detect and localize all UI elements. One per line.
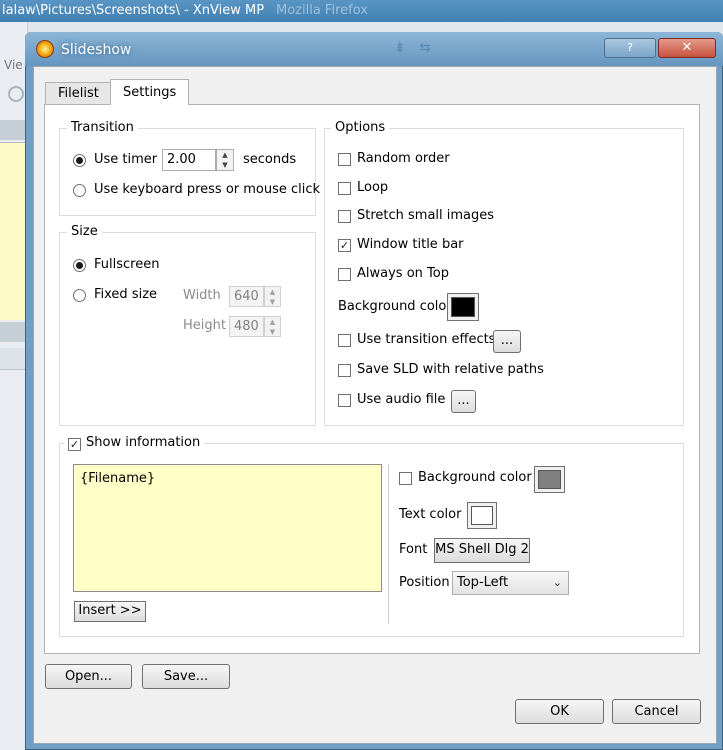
open-button[interactable]: Open... [45, 664, 132, 689]
info-background-color-button[interactable] [534, 466, 565, 493]
always-on-top-label: Always on Top [357, 266, 449, 281]
font-button[interactable]: MS Shell Dlg 2 [434, 538, 530, 563]
fixed-size-label: Fixed size [94, 287, 158, 302]
show-information-label: Show information [86, 435, 201, 450]
timer-input[interactable]: 2.00 [162, 149, 216, 171]
show-information-checkbox[interactable]: ✓ [68, 438, 81, 451]
position-select[interactable]: Top-Left ⌄ [452, 571, 569, 595]
transition-effects-checkbox[interactable] [338, 334, 351, 347]
background-color-swatch [451, 297, 475, 317]
timer-spinner[interactable]: ▲ ▼ [216, 149, 234, 171]
titlebar-ghost-arrows-icon: ⇟ ⇆ [394, 40, 431, 56]
info-background-color-checkbox[interactable] [399, 472, 412, 485]
always-on-top-checkbox[interactable] [338, 268, 351, 281]
transition-group-label: Transition [67, 120, 138, 135]
width-spinner[interactable]: ▲ ▼ [264, 286, 281, 307]
size-group-label: Size [67, 224, 102, 239]
height-spinner[interactable]: ▲ ▼ [264, 316, 281, 337]
information-text-area[interactable]: {Filename} [73, 464, 382, 592]
save-sld-relative-paths-label: Save SLD with relative paths [357, 362, 544, 377]
text-color-swatch [471, 506, 493, 525]
fullscreen-label: Fullscreen [94, 257, 160, 272]
transition-effects-label: Use transition effects [357, 332, 496, 347]
height-label: Height [183, 318, 226, 333]
tab-filelist[interactable]: Filelist [45, 82, 112, 104]
info-background-color-label: Background color [418, 470, 532, 485]
height-input[interactable]: 480 [229, 316, 264, 337]
position-select-value: Top-Left [457, 575, 509, 590]
loop-label: Loop [357, 180, 389, 195]
save-sld-relative-paths-checkbox[interactable] [338, 364, 351, 377]
save-button[interactable]: Save... [142, 664, 230, 689]
width-label: Width [183, 288, 221, 303]
chevron-down-icon: ⌄ [552, 576, 562, 589]
stretch-small-images-label: Stretch small images [357, 208, 495, 223]
background-color-button[interactable] [447, 293, 479, 321]
keyboard-mouse-label: Use keyboard press or mouse click [94, 182, 321, 197]
text-color-button[interactable] [467, 502, 497, 529]
information-divider [388, 464, 389, 624]
use-timer-label: Use timer [94, 152, 158, 167]
background-ghost-title: Mozilla Firefox [276, 3, 368, 18]
text-color-label: Text color [399, 507, 462, 522]
background-color-label: Background color [338, 299, 452, 314]
loop-checkbox[interactable] [338, 182, 351, 195]
fixed-size-radio[interactable] [73, 289, 86, 302]
window-title-bar-label: Window title bar [357, 237, 464, 252]
cancel-button[interactable]: Cancel [612, 699, 701, 724]
background-panel-header [0, 322, 28, 342]
fullscreen-radio[interactable] [73, 259, 86, 272]
help-button[interactable]: ? [604, 38, 656, 58]
background-toolbar-icon [8, 86, 24, 102]
audio-file-checkbox[interactable] [338, 394, 351, 407]
background-window-title: lalaw\Pictures\Screenshots\ - XnView MP [2, 3, 265, 18]
window-title-bar-checkbox[interactable]: ✓ [338, 239, 351, 252]
background-panel [0, 142, 28, 320]
ok-button[interactable]: OK [515, 699, 604, 724]
show-information-header: ✓ Show information [64, 435, 205, 451]
keyboard-mouse-radio[interactable] [73, 184, 86, 197]
seconds-label: seconds [243, 152, 297, 167]
use-timer-radio[interactable] [73, 154, 86, 167]
audio-file-label: Use audio file [357, 392, 446, 407]
width-input[interactable]: 640 [229, 286, 264, 307]
transition-effects-browse-button[interactable]: ... [493, 330, 521, 353]
font-label: Font [399, 542, 428, 557]
options-group-label: Options [331, 120, 390, 135]
background-panel-header [0, 120, 28, 140]
audio-file-browse-button[interactable]: ... [451, 390, 476, 413]
stretch-small-images-checkbox[interactable] [338, 210, 351, 223]
close-button[interactable]: ✕ [658, 38, 716, 58]
random-order-checkbox[interactable] [338, 153, 351, 166]
transition-group [59, 128, 316, 216]
xnview-app-icon [36, 40, 54, 58]
tab-settings[interactable]: Settings [110, 79, 190, 105]
position-label: Position [399, 575, 450, 590]
insert-button[interactable]: Insert >> [74, 601, 146, 622]
random-order-label: Random order [357, 151, 450, 166]
background-menu-view: Vie [4, 58, 23, 72]
info-background-color-swatch [538, 470, 561, 489]
dialog-title: Slideshow [61, 42, 132, 58]
background-panel-footer [0, 348, 28, 370]
